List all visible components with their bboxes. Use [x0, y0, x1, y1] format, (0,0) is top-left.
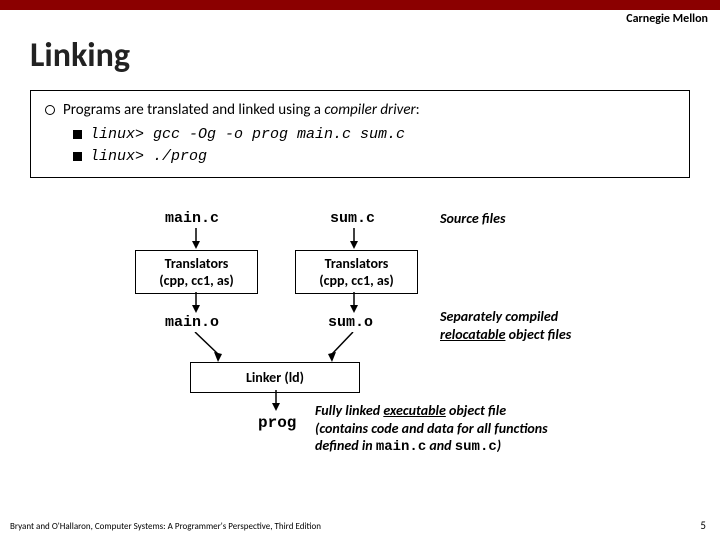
src-sum-label: sum.c	[330, 210, 375, 227]
linker-box: Linker (ld)	[190, 362, 360, 393]
command-1: linux> gcc -Og -o prog main.c sum.c	[90, 126, 405, 143]
arrow-icon	[348, 292, 360, 314]
annot-exe-c: object file	[446, 402, 506, 419]
translators-1-line2: (cpp, cc1, as)	[136, 272, 257, 289]
src-main-label: main.c	[165, 210, 219, 227]
annot-exe-e: defined in	[315, 437, 376, 454]
sub-bullet-1: linux> gcc -Og -o prog main.c sum.c	[73, 125, 675, 143]
annot-exe: Fully linked executable object file (con…	[315, 402, 705, 457]
bullet-text-pre: Programs are translated and linked using…	[63, 101, 324, 119]
annot-exe-f: main.c	[376, 439, 426, 455]
bullet-main: Programs are translated and linked using…	[45, 101, 675, 119]
command-2: linux> ./prog	[90, 148, 207, 165]
translators-box-1: Translators (cpp, cc1, as)	[135, 250, 258, 294]
top-red-bar	[0, 0, 720, 10]
square-bullet-icon	[73, 130, 82, 139]
sub-bullet-2: linux> ./prog	[73, 147, 675, 165]
annot-exe-a: Fully linked	[315, 402, 383, 419]
hollow-bullet-icon	[45, 105, 55, 115]
obj-sum-label: sum.o	[328, 314, 373, 331]
page-number: 5	[700, 519, 706, 532]
translators-box-2: Translators (cpp, cc1, as)	[295, 250, 418, 294]
footer-citation: Bryant and O'Hallaron, Computer Systems:…	[10, 521, 321, 532]
slide-title: Linking	[30, 35, 130, 76]
annot-obj-a: Separately compiled	[440, 308, 558, 325]
square-bullet-icon	[73, 152, 82, 161]
annot-exe-d: (contains code and data for all function…	[315, 420, 548, 437]
bullet-text-em: compiler driver	[324, 101, 415, 119]
translators-1-line1: Translators	[136, 255, 257, 272]
arrow-icon	[190, 228, 202, 250]
arrow-icon	[320, 332, 380, 364]
arrow-icon	[270, 390, 282, 412]
translators-2-line2: (cpp, cc1, as)	[296, 272, 417, 289]
translators-2-line1: Translators	[296, 255, 417, 272]
arrow-icon	[170, 332, 230, 364]
obj-main-label: main.o	[165, 314, 219, 331]
brand: Carnegie Mellon	[626, 12, 708, 26]
annot-obj-files: Separately compiled relocatable object f…	[440, 308, 571, 343]
annot-obj-c: object files	[505, 326, 571, 343]
prog-label: prog	[258, 414, 296, 432]
bullet-text-post: :	[416, 101, 420, 119]
arrow-icon	[190, 292, 202, 314]
annot-exe-b: executable	[383, 402, 446, 419]
annot-exe-g: and	[426, 437, 455, 454]
annot-exe-i: )	[497, 437, 501, 454]
annot-source-files: Source files	[440, 210, 506, 228]
arrow-icon	[348, 228, 360, 250]
annot-obj-b: relocatable	[440, 326, 505, 343]
intro-box: Programs are translated and linked using…	[30, 90, 690, 178]
annot-exe-h: sum.c	[455, 439, 497, 455]
